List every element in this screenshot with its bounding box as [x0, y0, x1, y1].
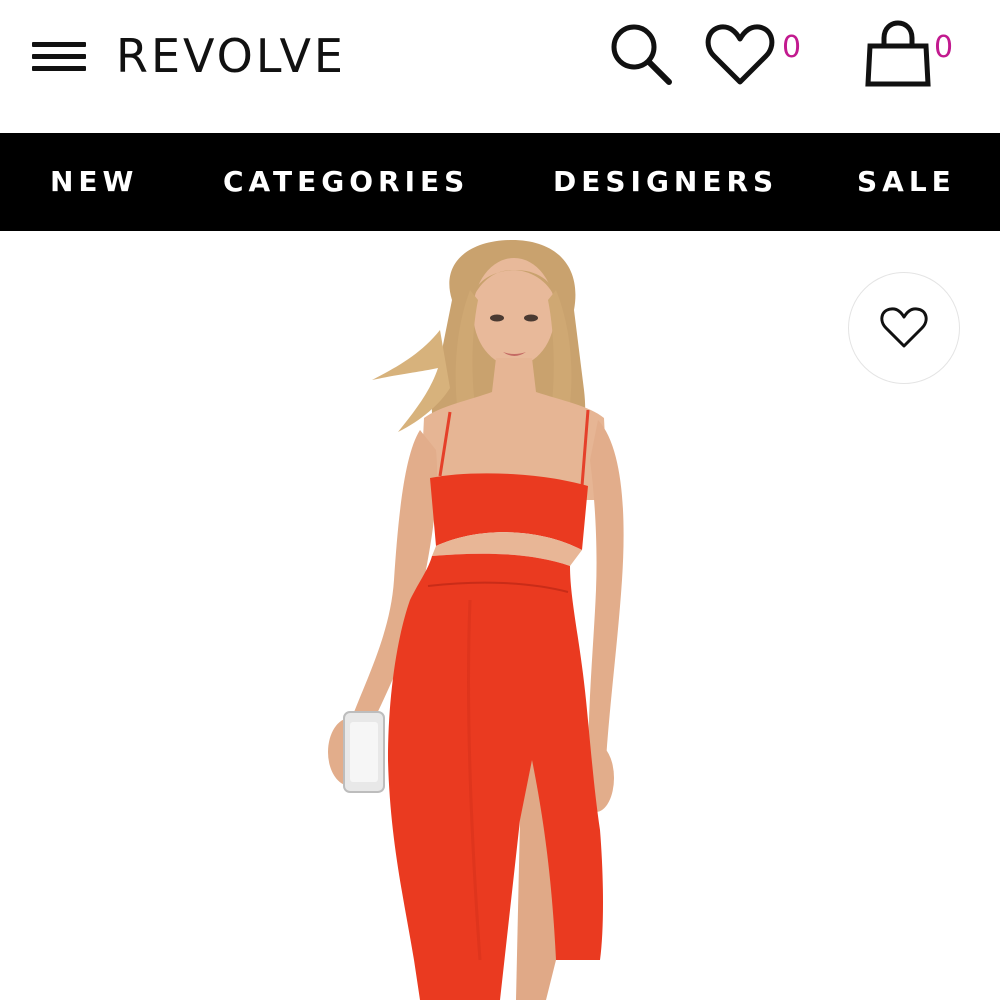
hamburger-menu-icon[interactable]	[32, 40, 88, 74]
site-header: REVOLVE 0 0	[0, 0, 1000, 133]
shopping-bag-icon[interactable]	[860, 18, 936, 90]
wishlist-heart-icon[interactable]	[704, 20, 780, 90]
search-icon[interactable]	[606, 20, 676, 90]
site-logo[interactable]: REVOLVE	[116, 26, 346, 86]
bag-count-badge: 0	[934, 30, 954, 65]
product-photo[interactable]	[0, 231, 1000, 1000]
nav-item-new[interactable]: NEW	[50, 133, 138, 231]
wishlist-count-badge: 0	[782, 30, 802, 65]
add-to-favorites-button[interactable]	[848, 272, 960, 384]
product-image-area	[0, 231, 1000, 1000]
main-navigation: NEW CATEGORIES DESIGNERS SALE	[0, 133, 1000, 231]
nav-item-sale[interactable]: SALE	[857, 133, 956, 231]
nav-item-designers[interactable]: DESIGNERS	[553, 133, 778, 231]
heart-outline-icon	[880, 307, 928, 348]
nav-item-categories[interactable]: CATEGORIES	[223, 133, 469, 231]
